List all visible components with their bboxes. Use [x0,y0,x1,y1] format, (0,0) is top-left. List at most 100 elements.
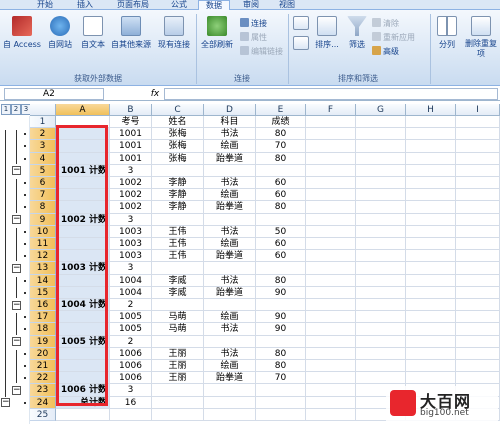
row-header[interactable]: 24 [30,396,56,409]
from-web-button[interactable]: 自网站 [44,16,76,50]
cell-f[interactable] [306,152,356,165]
connections-button[interactable]: 连接 [240,18,267,30]
tab-home[interactable]: 开始 [30,0,60,10]
row-header[interactable]: 23 [30,384,56,397]
cell-b[interactable]: 1001 [110,128,152,141]
tab-formulas[interactable]: 公式 [164,0,194,10]
collapse-all-button[interactable]: − [1,398,10,408]
cell-e[interactable] [256,408,306,421]
cell-f[interactable] [306,213,356,226]
cell-h[interactable] [406,262,456,275]
cell-i[interactable] [456,116,500,129]
cell-b[interactable]: 1006 [110,347,152,360]
row-header[interactable]: 6 [30,177,56,190]
cell-g[interactable] [356,225,406,238]
sort-za-button[interactable] [290,36,312,53]
cell-i[interactable] [456,213,500,226]
cell-e[interactable] [256,299,306,312]
cell-c[interactable] [152,262,204,275]
cell-g[interactable] [356,152,406,165]
row-header[interactable]: 10 [30,225,56,238]
row-header[interactable]: 21 [30,360,56,373]
cell-i[interactable] [456,152,500,165]
column-header-h[interactable]: H [406,104,456,116]
cell-c[interactable]: 李静 [152,201,204,214]
cell-d[interactable]: 书法 [204,347,256,360]
cell-d[interactable]: 绘画 [204,311,256,324]
cell-f[interactable] [306,408,356,421]
cell-d[interactable]: 书法 [204,177,256,190]
cell-i[interactable] [456,360,500,373]
cell-d[interactable]: 书法 [204,128,256,141]
cell-h[interactable] [406,250,456,263]
sort-button[interactable]: 排序... [312,16,342,50]
cell-e[interactable]: 80 [256,201,306,214]
cell-c[interactable] [152,164,204,177]
cell-d[interactable] [204,213,256,226]
row-header[interactable]: 22 [30,372,56,385]
cell-h[interactable] [406,189,456,202]
row-header[interactable]: 3 [30,140,56,153]
cell-e[interactable]: 80 [256,360,306,373]
cell-c[interactable] [152,396,204,409]
cell-h[interactable] [406,128,456,141]
cell-g[interactable] [356,238,406,251]
cell-b[interactable]: 1005 [110,323,152,336]
text-to-columns-button[interactable]: 分列 [432,16,462,50]
tab-page-layout[interactable]: 页面布局 [110,0,156,10]
cell-d[interactable]: 绘画 [204,189,256,202]
column-header-d[interactable]: D [204,104,256,116]
cell-g[interactable] [356,164,406,177]
row-header[interactable]: 11 [30,238,56,251]
collapse-group-button[interactable]: − [12,166,21,176]
cell-c[interactable]: 李静 [152,177,204,190]
cell-e[interactable]: 80 [256,128,306,141]
cell-i[interactable] [456,299,500,312]
cell-h[interactable] [406,323,456,336]
cell-h[interactable] [406,225,456,238]
cell-c[interactable]: 王丽 [152,372,204,385]
cell-f[interactable] [306,128,356,141]
cell-f[interactable] [306,335,356,348]
row-header[interactable]: 14 [30,274,56,287]
cell-i[interactable] [456,201,500,214]
cell-d[interactable] [204,408,256,421]
cell-f[interactable] [306,262,356,275]
advanced-button[interactable]: 高级 [372,46,399,58]
cell-f[interactable] [306,177,356,190]
refresh-all-button[interactable]: 全部刷新 [198,16,236,50]
cell-b[interactable]: 1006 [110,372,152,385]
row-header[interactable]: 8 [30,201,56,214]
cell-i[interactable] [456,177,500,190]
cell-h[interactable] [406,311,456,324]
cell-h[interactable] [406,299,456,312]
cell-f[interactable] [306,189,356,202]
cell-c[interactable]: 李静 [152,189,204,202]
cell-i[interactable] [456,140,500,153]
cell-e[interactable] [256,384,306,397]
row-header[interactable]: 20 [30,347,56,360]
cell-h[interactable] [406,372,456,385]
cell-b[interactable]: 1001 [110,140,152,153]
column-header-i[interactable]: I [456,104,500,116]
cell-g[interactable] [356,189,406,202]
cell-g[interactable] [356,347,406,360]
cell-f[interactable] [306,372,356,385]
cell-d[interactable] [204,396,256,409]
cell-b[interactable]: 3 [110,262,152,275]
cell-e[interactable] [256,396,306,409]
cell-i[interactable] [456,225,500,238]
cell-c[interactable] [152,335,204,348]
name-box[interactable]: A2 [4,88,104,100]
existing-connections-button[interactable]: 现有连接 [154,16,194,50]
cell-g[interactable] [356,274,406,287]
cell-h[interactable] [406,213,456,226]
cell-f[interactable] [306,384,356,397]
cell-e[interactable]: 70 [256,140,306,153]
cell-h[interactable] [406,177,456,190]
cell-f[interactable] [306,311,356,324]
cell-d[interactable]: 跆拳道 [204,152,256,165]
cell-g[interactable] [356,335,406,348]
row-header[interactable]: 4 [30,152,56,165]
cell-b[interactable]: 1003 [110,225,152,238]
